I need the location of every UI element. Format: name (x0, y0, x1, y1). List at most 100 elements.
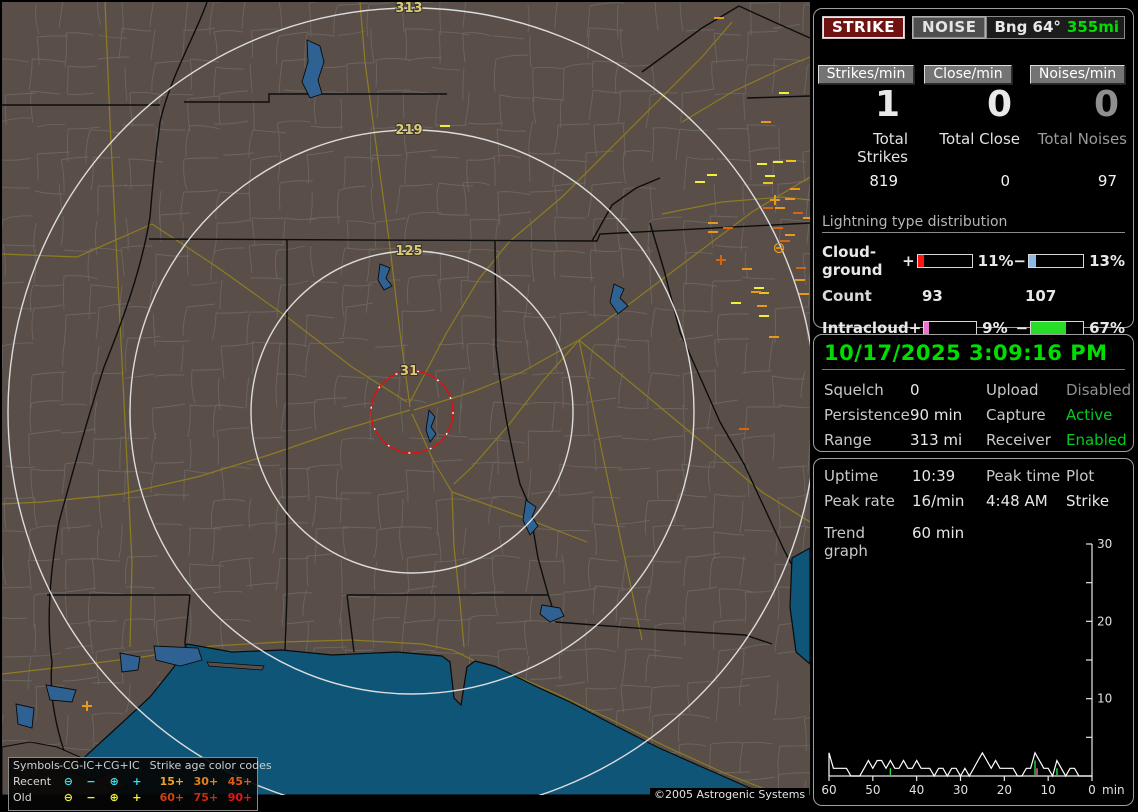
strike-ic-icon (790, 188, 800, 190)
strike-ic-icon (751, 291, 761, 293)
legend-age-code: 60+ (155, 790, 189, 806)
strike-mode-button[interactable]: STRIKE (822, 16, 905, 39)
legend-symbol-icon: ⊖ (57, 774, 81, 790)
legend-header: -CG (59, 758, 79, 774)
legend-symbol-icon: + (126, 790, 147, 806)
rate-chips-row: Strikes/min Close/min Noises/min 1 0 0 T… (820, 65, 1129, 190)
ic-positive-bar (923, 321, 977, 335)
cloud-ground-count-row: Count 93 107 (822, 287, 1125, 305)
strike-ic-icon (757, 305, 767, 307)
trend-x-tick: 40 (909, 783, 924, 797)
strike-ic-icon (742, 268, 752, 270)
strike-ic-icon (695, 181, 705, 183)
legend-row-label: Recent (9, 774, 57, 790)
strike-ic-icon (708, 231, 718, 233)
bearing-distance: 355mi (1067, 18, 1119, 36)
cg-negative-pct: 13% (1086, 252, 1125, 270)
plus-sign: + (902, 252, 915, 270)
noises-per-min-chip[interactable]: Noises/min (1030, 65, 1125, 84)
strike-ic-icon (731, 302, 741, 304)
range-ring-label: 219 (395, 123, 422, 138)
trend-x-tick: 20 (997, 783, 1012, 797)
legend-header: +CG (94, 758, 119, 774)
strike-ic-icon (754, 287, 764, 289)
trend-y-tick: 10 (1097, 692, 1112, 706)
legend-age-code: 90+ (223, 790, 257, 806)
peak-rate-value: 16/min (912, 492, 986, 510)
legend-age-code: 30+ (189, 774, 223, 790)
legend-symbol-icon: − (80, 774, 102, 790)
trend-x-tick: 0 (1088, 783, 1096, 797)
receiver-value: Enabled (1066, 431, 1138, 449)
status-panel: 10/17/2025 3:09:16 PM Squelch 0 Upload D… (813, 334, 1134, 452)
legend-header: +IC (120, 758, 140, 774)
upload-label: Upload (986, 381, 1066, 399)
session-grid: Uptime 10:39 Peak time Plot Peak rate 16… (822, 467, 1125, 510)
receiver-label: Receiver (986, 431, 1066, 449)
copyright-text: ©2005 Astrogenic Systems (650, 788, 809, 802)
peak-rate-label: Peak rate (824, 492, 912, 510)
legend-header: Symbols (9, 758, 59, 774)
capture-label: Capture (986, 406, 1066, 424)
squelch-value: 0 (910, 381, 986, 399)
lightning-map[interactable]: 31125219313 Symbols-CG-IC+CG+ICStrike ag… (2, 2, 810, 795)
trend-axes (829, 544, 1092, 776)
map-legend: Symbols-CG-IC+CG+ICStrike age color code… (8, 757, 258, 811)
cg-negative-count: 107 (1025, 287, 1056, 305)
strike-ic-icon (739, 428, 749, 430)
cloud-ground-row: Cloud-ground + 11% − 13% (822, 243, 1125, 279)
cg-positive-count: 93 (922, 287, 1025, 305)
legend-row-label: Old (9, 790, 57, 806)
bearing-indicator: Bng 64° 355mi (986, 16, 1125, 39)
legend-age-code: 15+ (155, 774, 189, 790)
total-close-label: Total Close (912, 130, 1024, 166)
persistence-label: Persistence (824, 406, 910, 424)
close-per-min-value: 0 (912, 86, 1024, 124)
strike-ic-icon (759, 315, 769, 317)
close-per-min-chip[interactable]: Close/min (924, 65, 1011, 84)
noises-per-min-value: 0 (1024, 86, 1131, 124)
strike-ic-icon (440, 125, 450, 127)
total-noises-value: 97 (1024, 172, 1131, 190)
squelch-label: Squelch (824, 381, 910, 399)
cg-positive-pct: 11% (975, 252, 1014, 270)
legend-symbol-icon: − (80, 790, 102, 806)
strike-ic-icon (708, 222, 718, 224)
uptime-value: 10:39 (912, 467, 986, 485)
cg-positive-bar (917, 254, 973, 268)
trend-x-unit: min (1102, 783, 1125, 797)
strike-ic-icon (757, 163, 767, 165)
cloud-ground-label: Cloud-ground (822, 243, 902, 279)
cg-negative-bar (1028, 254, 1084, 268)
range-ring-label: 125 (395, 244, 422, 259)
strike-ic-icon (723, 227, 733, 229)
count-label: Count (822, 287, 922, 305)
noise-mode-button[interactable]: NOISE (912, 16, 986, 39)
strike-ic-icon (796, 267, 806, 269)
strike-ic-icon (763, 207, 773, 209)
peak-time-label: Peak time (986, 467, 1066, 485)
strike-ic-icon (793, 212, 803, 214)
status-grid: Squelch 0 Upload Disabled Persistence 90… (822, 381, 1125, 449)
strike-ic-icon (803, 217, 810, 219)
legend-symbol-icon: ⊕ (102, 774, 127, 790)
capture-value: Active (1066, 406, 1138, 424)
strike-ic-icon (761, 121, 771, 123)
map-canvas: 31125219313 (2, 2, 810, 795)
trend-y-tick: 30 (1097, 537, 1112, 551)
distribution-title: Lightning type distribution (822, 214, 1125, 233)
legend-symbol-icon: ⊕ (102, 790, 127, 806)
total-strikes-label: Total Strikes (820, 130, 912, 166)
trend-x-tick: 30 (953, 783, 968, 797)
uptime-label: Uptime (824, 467, 912, 485)
strike-ic-icon (799, 293, 809, 295)
upload-value: Disabled (1066, 381, 1138, 399)
ic-negative-bar (1030, 321, 1084, 335)
strike-ic-icon (780, 240, 790, 242)
legend-age-code: 45+ (223, 774, 257, 790)
datetime-display: 10/17/2025 3:09:16 PM (822, 339, 1125, 370)
app-root: { "header": { "strike_button": "STRIKE",… (0, 0, 1138, 812)
strike-ic-icon (773, 227, 783, 229)
strikes-per-min-chip[interactable]: Strikes/min (818, 65, 915, 84)
strike-ic-icon (779, 92, 789, 94)
